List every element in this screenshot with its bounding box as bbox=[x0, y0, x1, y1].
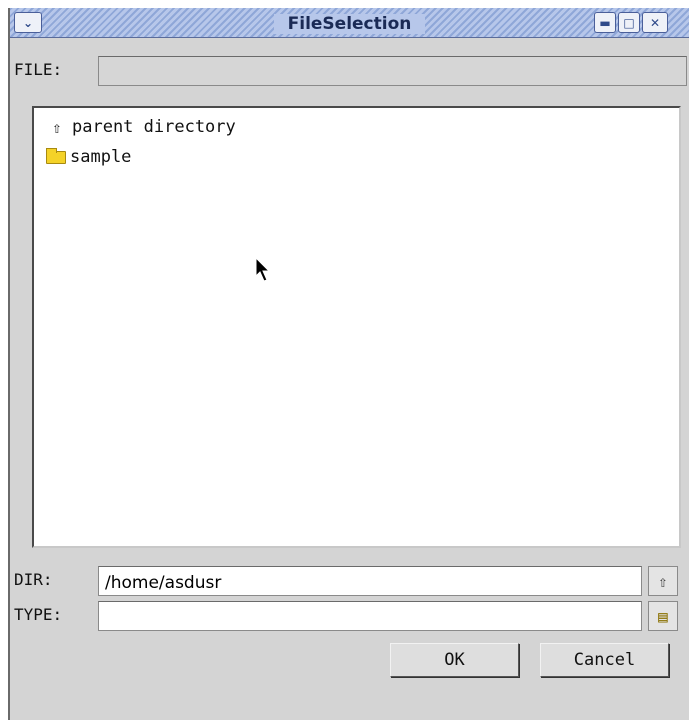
list-item-label: parent directory bbox=[72, 117, 236, 137]
mouse-cursor-icon bbox=[255, 257, 271, 282]
up-arrow-icon: ⇧ bbox=[52, 117, 62, 137]
file-label: FILE: bbox=[14, 60, 63, 79]
file-selection-window: ⌄ FileSelection ▬ □ ✕ FILE: ⇧ parent dir… bbox=[8, 8, 689, 720]
maximize-button[interactable]: □ bbox=[618, 12, 640, 33]
ok-button[interactable]: OK bbox=[390, 643, 519, 677]
file-field[interactable] bbox=[98, 56, 687, 86]
cancel-button[interactable]: Cancel bbox=[540, 643, 669, 677]
dir-label: DIR: bbox=[14, 570, 53, 589]
parent-dir-button[interactable]: ⇧ bbox=[648, 566, 678, 596]
up-arrow-icon: ⇧ bbox=[658, 571, 668, 591]
type-label: TYPE: bbox=[14, 605, 63, 624]
list-item-sample[interactable]: sample bbox=[46, 144, 131, 170]
folder-icon bbox=[46, 147, 66, 164]
minimize-icon: ▬ bbox=[599, 15, 611, 30]
dir-field[interactable]: /home/asdusr bbox=[98, 566, 642, 596]
close-button[interactable]: ✕ bbox=[642, 12, 668, 33]
maximize-icon: □ bbox=[623, 15, 635, 30]
title-bar[interactable]: ⌄ FileSelection ▬ □ ✕ bbox=[10, 8, 689, 38]
type-field[interactable] bbox=[98, 601, 642, 631]
new-folder-button[interactable]: ▤ bbox=[648, 601, 678, 631]
list-item-label: sample bbox=[70, 147, 132, 167]
file-list[interactable]: ⇧ parent directory sample bbox=[32, 106, 681, 548]
close-icon: ✕ bbox=[649, 15, 661, 30]
minimize-button[interactable]: ▬ bbox=[594, 12, 616, 33]
new-folder-icon: ▤ bbox=[658, 606, 668, 626]
window-title: FileSelection bbox=[273, 14, 426, 34]
list-item-parent-directory[interactable]: ⇧ parent directory bbox=[46, 114, 236, 140]
